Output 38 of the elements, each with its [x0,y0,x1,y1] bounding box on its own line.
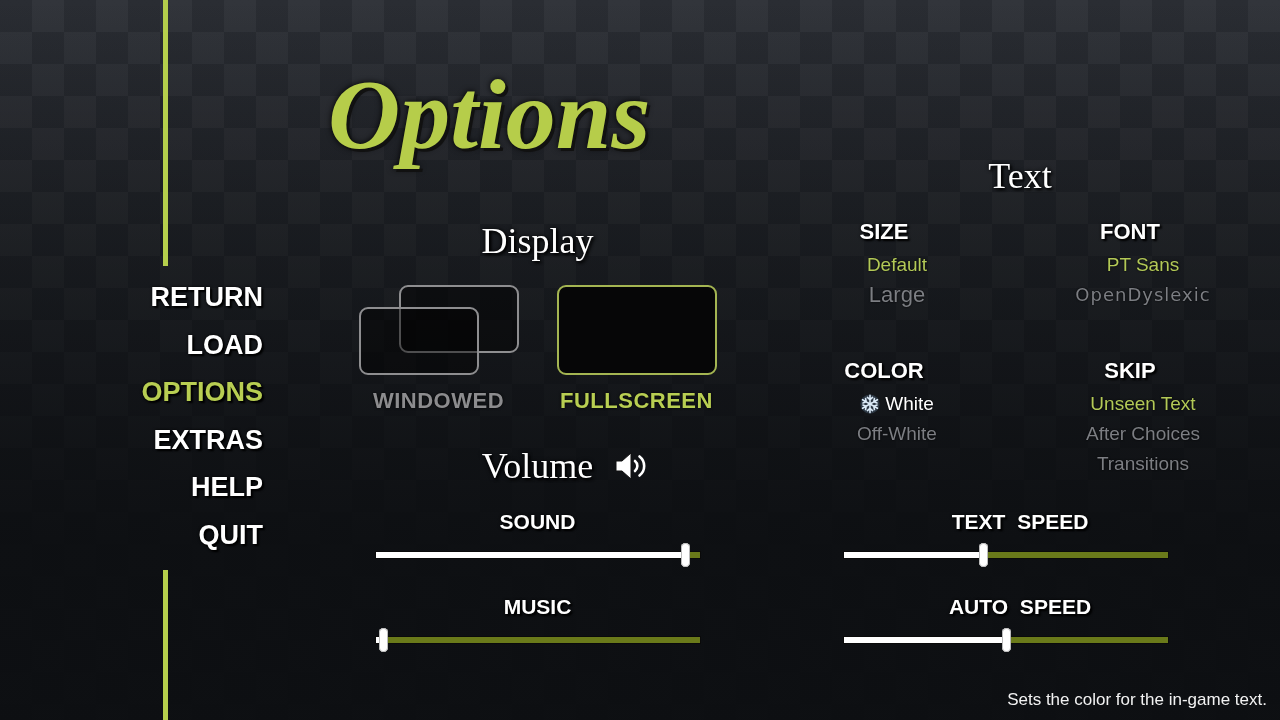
group-heading: COLOR [844,357,924,385]
slider-thumb[interactable] [1001,628,1011,652]
setting-option[interactable]: White [860,389,934,419]
slider-label: AUTO SPEED [947,594,1093,620]
nav-item[interactable]: OPTIONS [141,369,263,417]
display-mode-button[interactable]: WINDOWED [358,285,519,416]
slider-thumb[interactable] [681,543,691,567]
snowflake-icon [860,394,881,414]
nav-item[interactable]: QUIT [198,511,263,559]
setting-option[interactable]: After Choices [1085,419,1200,449]
section-heading: Volume [481,445,594,488]
setting-option[interactable]: PT Sans [1106,250,1180,280]
setting-option[interactable]: Default [866,250,928,280]
slider-thumb[interactable] [979,543,989,567]
setting-option[interactable]: Transitions [1096,449,1190,479]
setting-option[interactable]: Unseen Text [1090,389,1196,419]
speaker-icon [615,452,648,480]
slider-label: SOUND [498,509,577,535]
setting-option[interactable]: Large [868,280,926,310]
slider-label: MUSIC [502,594,573,620]
nav-item[interactable]: RETURN [150,274,263,322]
group-heading: SIZE [859,218,909,246]
overlapping-windows-icon [358,285,519,375]
tooltip-text: Sets the color for the in-game text. [1007,690,1267,710]
setting-option[interactable]: Off-White [857,419,937,449]
slider-thumb[interactable] [378,628,388,652]
group-heading: FONT [1100,218,1160,246]
display-mode-button[interactable]: FULLSCREEN [556,285,717,416]
nav-item[interactable]: HELP [191,464,263,512]
section-heading: Display [481,220,594,263]
slider-label: TEXT SPEED [950,509,1090,535]
section-heading: Text [988,155,1052,198]
group-heading: SKIP [1104,357,1156,385]
nav-item[interactable]: LOAD [186,321,263,369]
setting-option[interactable]: OpenDyslexic [1075,280,1211,310]
page-title: Options [327,58,651,172]
nav-item[interactable]: EXTRAS [153,416,263,464]
screen-icon [556,285,717,375]
